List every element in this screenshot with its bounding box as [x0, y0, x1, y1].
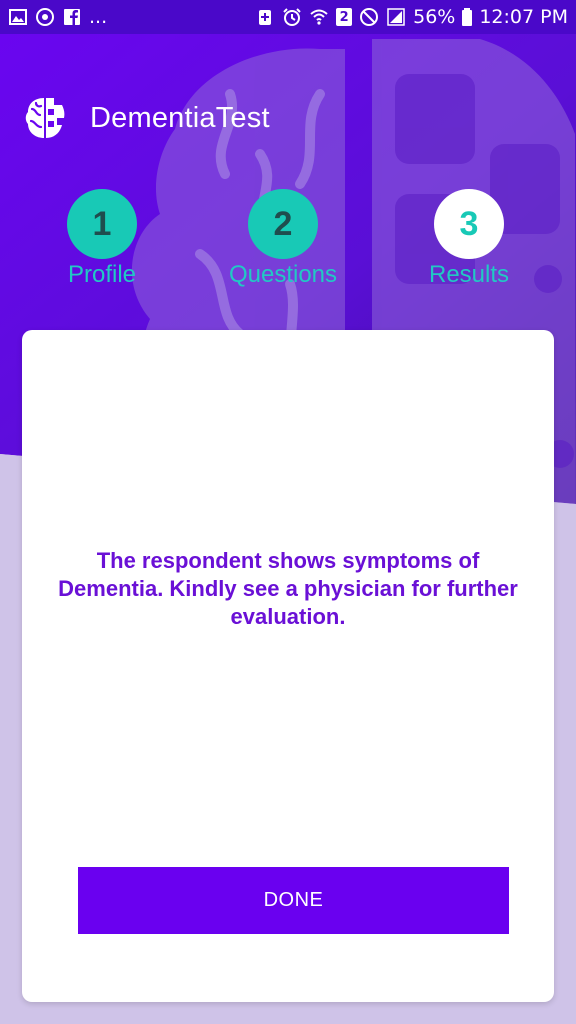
battery-saver-icon: [255, 7, 275, 27]
step-number-circle: 2: [248, 189, 318, 259]
step-profile: 1 Profile: [12, 189, 192, 289]
done-button[interactable]: DONE: [78, 867, 509, 934]
brain-logo-icon: [25, 98, 65, 138]
wifi-icon: [309, 7, 329, 27]
step-questions: 2 Questions: [193, 189, 373, 289]
step-results: 3 Results: [379, 189, 559, 289]
step-number-circle: 3: [434, 189, 504, 259]
status-time: 12:07 PM: [479, 6, 568, 28]
step-label: Results: [428, 261, 510, 288]
result-card: The respondent shows symptoms of Dementi…: [22, 330, 554, 1002]
gallery-icon: [8, 7, 28, 27]
do-not-disturb-icon: [359, 7, 379, 27]
app-header: DementiaTest: [24, 94, 270, 142]
facebook-icon: [62, 7, 82, 27]
status-bar: ... 2 56% 12:07 PM: [0, 0, 576, 34]
result-message: The respondent shows symptoms of Dementi…: [58, 548, 518, 629]
status-right: 2 56% 12:07 PM: [255, 6, 568, 28]
status-left: ...: [8, 6, 107, 28]
app-title: DementiaTest: [90, 101, 270, 134]
step-number-circle: 1: [67, 189, 137, 259]
step-label: Profile: [67, 261, 137, 288]
step-label: Questions: [228, 261, 338, 288]
battery-percent: 56%: [413, 6, 456, 28]
power-saving-icon: [35, 7, 55, 27]
alarm-icon: [282, 7, 302, 27]
signal-icon: [386, 7, 406, 27]
more-notifications-indicator: ...: [89, 6, 108, 28]
battery-icon: [462, 7, 473, 27]
sim-badge: 2: [336, 8, 353, 26]
